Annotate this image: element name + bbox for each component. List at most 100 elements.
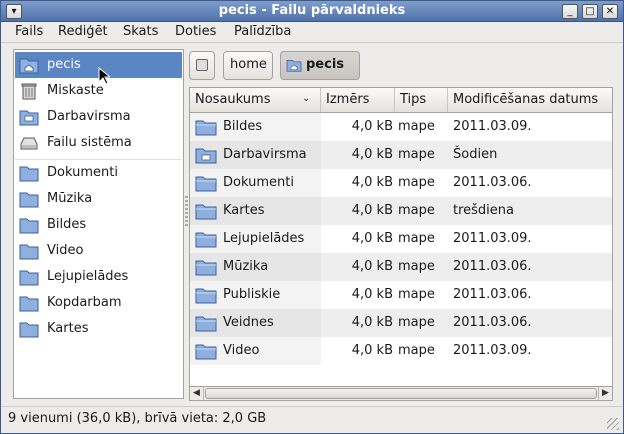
close-button[interactable]: ✕ bbox=[602, 4, 618, 19]
folder-icon bbox=[19, 296, 39, 312]
path-button-label: home bbox=[230, 57, 267, 72]
path-button-pecis[interactable]: pecis bbox=[280, 51, 360, 80]
scroll-right-icon[interactable]: ▶ bbox=[598, 387, 612, 400]
path-button-home[interactable]: home bbox=[223, 51, 273, 80]
sidebar-item-dokumenti[interactable]: Dokumenti bbox=[15, 160, 182, 186]
status-bar: 9 vienumi (36,0 kB), brīvā vieta: 2,0 GB bbox=[1, 406, 623, 433]
home-folder-icon bbox=[286, 59, 302, 72]
column-header-size[interactable]: Izmērs bbox=[321, 88, 395, 112]
location-toggle-icon bbox=[196, 59, 208, 71]
file-type: mape bbox=[398, 147, 435, 162]
file-name: Kartes bbox=[223, 203, 265, 218]
desktop-folder-icon bbox=[19, 110, 39, 126]
places-sidebar: pecis Miskaste Darbavirsma Failu sistēma bbox=[13, 49, 184, 399]
desktop-folder-icon bbox=[195, 148, 217, 164]
file-type: mape bbox=[398, 203, 435, 218]
folder-icon bbox=[195, 260, 217, 276]
folder-icon bbox=[195, 316, 217, 332]
column-header-label: Izmērs bbox=[326, 92, 370, 107]
pane-splitter-handle[interactable] bbox=[185, 196, 188, 226]
file-manager-window: ▾ pecis - Failu pārvaldnieks _ □ ✕ Fails… bbox=[0, 0, 624, 434]
menu-fails[interactable]: Fails bbox=[15, 24, 43, 39]
file-row[interactable]: Bildes 4,0 kB mape 2011.03.09. bbox=[190, 113, 612, 141]
file-name: Bildes bbox=[223, 119, 263, 134]
folder-icon bbox=[19, 322, 39, 338]
file-date: 2011.03.09. bbox=[453, 119, 532, 134]
sidebar-item-failu-sistema[interactable]: Failu sistēma bbox=[15, 130, 182, 156]
trash-icon bbox=[21, 83, 37, 100]
file-name: Mūzika bbox=[223, 259, 269, 274]
sidebar-item-lejupielades[interactable]: Lejupielādes bbox=[15, 264, 182, 290]
sidebar-item-muzika[interactable]: Mūzika bbox=[15, 186, 182, 212]
folder-icon bbox=[19, 244, 39, 260]
file-type: mape bbox=[398, 315, 435, 330]
resize-grip-icon[interactable] bbox=[607, 418, 619, 430]
file-row[interactable]: Publiskie 4,0 kB mape 2011.03.06. bbox=[190, 281, 612, 309]
file-row[interactable]: Dokumenti 4,0 kB mape 2011.03.06. bbox=[190, 169, 612, 197]
minimize-button[interactable]: _ bbox=[562, 4, 578, 19]
file-type: mape bbox=[398, 343, 435, 358]
sidebar-item-darbavirsma[interactable]: Darbavirsma bbox=[15, 104, 182, 130]
folder-icon bbox=[195, 120, 217, 136]
file-row[interactable]: Lejupielādes 4,0 kB mape 2011.03.09. bbox=[190, 225, 612, 253]
maximize-button[interactable]: □ bbox=[582, 4, 598, 19]
sidebar-item-kopdarbam[interactable]: Kopdarbam bbox=[15, 290, 182, 316]
menubar: Fails Rediģēt Skats Doties Palīdzība bbox=[1, 22, 623, 43]
file-list-header: Nosaukums ⌄ Izmērs Tips Modificēšanas da… bbox=[190, 88, 612, 113]
file-date: 2011.03.06. bbox=[453, 259, 532, 274]
sidebar-item-bildes[interactable]: Bildes bbox=[15, 212, 182, 238]
sidebar-item-video[interactable]: Video bbox=[15, 238, 182, 264]
sidebar-item-kartes[interactable]: Kartes bbox=[15, 316, 182, 342]
sidebar-item-label: Video bbox=[47, 243, 84, 258]
file-name: Publiskie bbox=[223, 287, 281, 302]
sort-descending-icon: ⌄ bbox=[302, 93, 311, 104]
column-header-name[interactable]: Nosaukums ⌄ bbox=[190, 88, 321, 112]
location-toggle-button[interactable] bbox=[189, 51, 215, 80]
column-header-type[interactable]: Tips bbox=[395, 88, 448, 112]
column-header-label: Nosaukums bbox=[195, 92, 271, 107]
sidebar-item-label: Darbavirsma bbox=[47, 109, 131, 124]
file-row[interactable]: Mūzika 4,0 kB mape 2011.03.06. bbox=[190, 253, 612, 281]
file-size: 4,0 kB bbox=[351, 203, 393, 218]
file-type: mape bbox=[398, 175, 435, 190]
file-row[interactable]: Veidnes 4,0 kB mape 2011.03.06. bbox=[190, 309, 612, 337]
file-date: 2011.03.09. bbox=[453, 231, 532, 246]
menu-skats[interactable]: Skats bbox=[123, 24, 158, 39]
folder-icon bbox=[195, 232, 217, 248]
file-row[interactable]: Darbavirsma 4,0 kB mape Šodien bbox=[190, 141, 612, 169]
horizontal-scrollbar[interactable]: ◀ ▶ bbox=[189, 386, 613, 401]
folder-icon bbox=[195, 176, 217, 192]
scroll-left-icon[interactable]: ◀ bbox=[190, 387, 204, 400]
path-bar: home pecis bbox=[189, 51, 609, 81]
file-size: 4,0 kB bbox=[351, 175, 393, 190]
file-date: 2011.03.09. bbox=[453, 343, 532, 358]
file-name: Video bbox=[223, 343, 260, 358]
menu-doties[interactable]: Doties bbox=[175, 24, 216, 39]
file-name: Veidnes bbox=[223, 315, 274, 330]
file-size: 4,0 kB bbox=[351, 231, 393, 246]
file-row[interactable]: Video 4,0 kB mape 2011.03.09. bbox=[190, 337, 612, 365]
file-size: 4,0 kB bbox=[351, 119, 393, 134]
column-header-date[interactable]: Modificēšanas datums bbox=[448, 88, 612, 112]
folder-icon bbox=[19, 270, 39, 286]
sidebar-item-label: Mūzika bbox=[47, 191, 93, 206]
folder-icon bbox=[195, 344, 217, 360]
menu-rediget[interactable]: Rediģēt bbox=[58, 24, 108, 39]
folder-icon bbox=[195, 288, 217, 304]
file-name: Dokumenti bbox=[223, 175, 294, 190]
file-row[interactable]: Kartes 4,0 kB mape trešdiena bbox=[190, 197, 612, 225]
file-name: Darbavirsma bbox=[223, 147, 307, 162]
drive-icon bbox=[20, 137, 38, 150]
menu-palidziba[interactable]: Palīdzība bbox=[234, 24, 291, 39]
file-type: mape bbox=[398, 231, 435, 246]
title-bar[interactable]: ▾ pecis - Failu pārvaldnieks _ □ ✕ bbox=[1, 1, 623, 22]
sidebar-item-label: Dokumenti bbox=[47, 165, 118, 180]
scrollbar-thumb[interactable] bbox=[205, 388, 597, 399]
file-size: 4,0 kB bbox=[351, 287, 393, 302]
sidebar-item-label: Kartes bbox=[47, 321, 89, 336]
path-button-label: pecis bbox=[306, 57, 345, 72]
status-text: 9 vienumi (36,0 kB), brīvā vieta: 2,0 GB bbox=[8, 411, 267, 426]
file-date: 2011.03.06. bbox=[453, 315, 532, 330]
file-date: trešdiena bbox=[453, 203, 514, 218]
sidebar-item-label: pecis bbox=[47, 57, 81, 72]
